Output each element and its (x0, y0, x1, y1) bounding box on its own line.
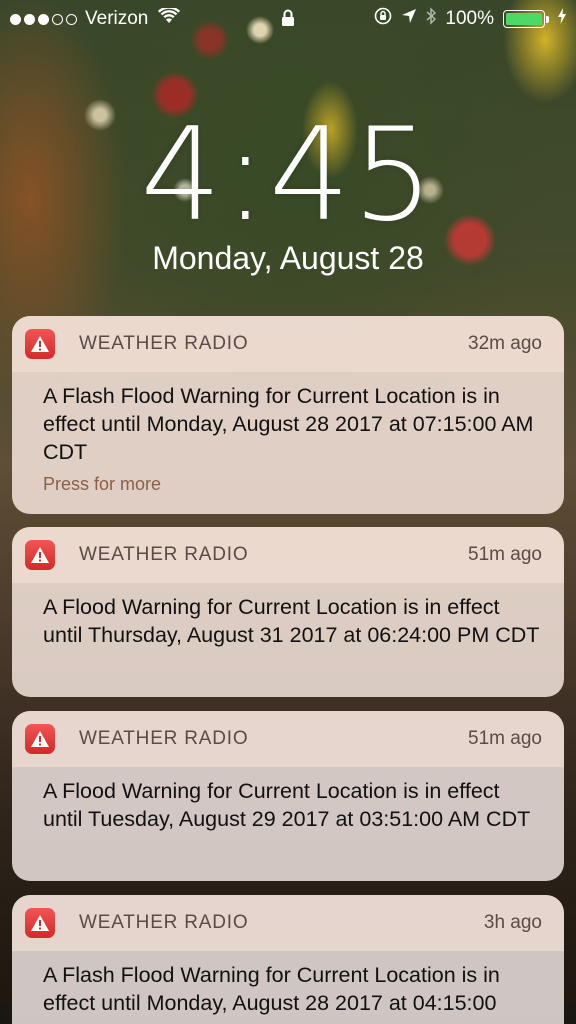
app-name: WEATHER RADIO (79, 912, 249, 933)
notification-header: WEATHER RADIO 3h ago (12, 895, 564, 951)
carrier-name: Verizon (85, 8, 149, 29)
warning-icon (25, 329, 55, 359)
notification-message: A Flash Flood Warning for Current Locati… (43, 384, 534, 464)
status-bar: Verizon 100% (0, 0, 576, 38)
notification-time: 51m ago (468, 728, 542, 749)
notification-message: A Flood Warning for Current Location is … (43, 779, 531, 831)
lock-icon (281, 9, 295, 33)
lock-screen-date: Monday, August 28 (152, 240, 424, 276)
notification-time: 32m ago (468, 333, 542, 354)
app-name: WEATHER RADIO (79, 333, 249, 354)
notification-card[interactable]: WEATHER RADIO 51m ago A Flood Warning fo… (12, 711, 564, 881)
notification-card[interactable]: WEATHER RADIO 32m ago A Flash Flood Warn… (12, 316, 564, 514)
lock-screen-time: 4:45 (140, 101, 436, 250)
battery-icon (503, 10, 549, 28)
charging-icon (558, 8, 566, 30)
notification-time: 51m ago (468, 544, 542, 565)
notification-card[interactable]: WEATHER RADIO 3h ago A Flash Flood Warni… (12, 895, 564, 1024)
location-arrow-icon (401, 8, 417, 30)
notification-header: WEATHER RADIO 51m ago (12, 711, 564, 767)
notification-message: A Flash Flood Warning for Current Locati… (43, 963, 500, 1015)
wifi-icon (158, 6, 181, 30)
battery-percentage: 100% (445, 8, 494, 29)
warning-icon (25, 540, 55, 570)
app-name: WEATHER RADIO (79, 728, 249, 749)
signal-strength-icon (10, 13, 77, 25)
press-for-more-hint: Press for more (43, 474, 162, 494)
notification-header: WEATHER RADIO 51m ago (12, 527, 564, 583)
notification-time: 3h ago (483, 912, 542, 933)
orientation-lock-icon (374, 7, 392, 31)
notification-message: A Flood Warning for Current Location is … (43, 595, 540, 647)
notification-header: WEATHER RADIO 32m ago (12, 316, 564, 372)
warning-icon (25, 908, 55, 938)
bluetooth-icon (426, 7, 437, 31)
notification-card[interactable]: WEATHER RADIO 51m ago A Flood Warning fo… (12, 527, 564, 697)
app-name: WEATHER RADIO (79, 544, 249, 565)
warning-icon (25, 724, 55, 754)
